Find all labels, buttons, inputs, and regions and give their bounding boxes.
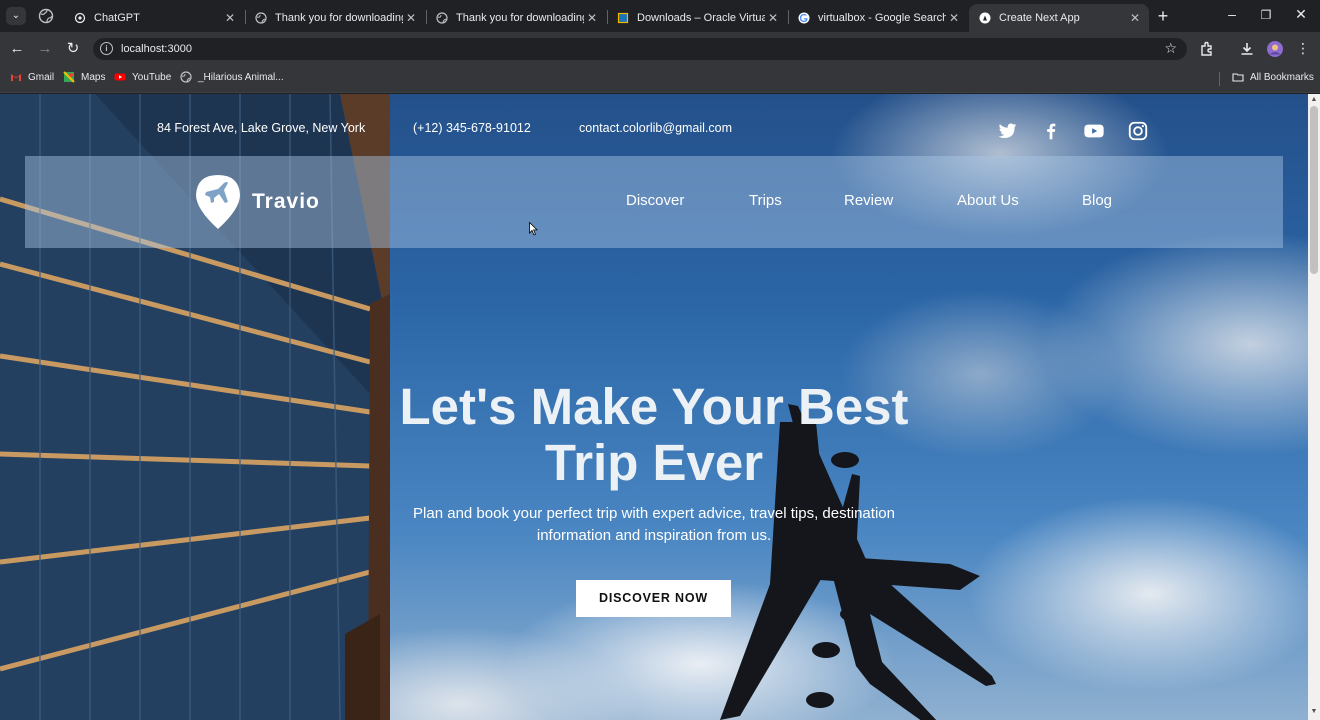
nav-review[interactable]: Review	[844, 192, 893, 209]
nav-blog[interactable]: Blog	[1082, 192, 1112, 209]
tab-title: ChatGPT	[94, 12, 140, 24]
page-scrollbar[interactable]: ▲ ▼	[1308, 94, 1320, 720]
tab-search-button[interactable]: ⌄	[6, 7, 26, 25]
site-info-icon[interactable]: i	[100, 42, 113, 55]
hero-subtitle-line-2: information and inspiration from us.	[536, 527, 772, 544]
profile-avatar[interactable]	[1266, 40, 1284, 58]
site-logo[interactable]: Travio	[194, 173, 320, 231]
maps-icon	[63, 71, 75, 83]
tab-thank-you-2[interactable]: Thank you for downloading UI ✕	[426, 4, 606, 32]
hero-headline-line-1: Let's Make Your Best	[399, 378, 909, 435]
hero-headline-line-2: Trip Ever	[544, 434, 764, 491]
tab-title: Thank you for downloading UI	[456, 12, 584, 24]
gmail-icon	[11, 74, 21, 81]
travio-logo-icon	[196, 175, 240, 229]
hero-subtitle: Plan and book your perfect trip with exp…	[394, 503, 914, 547]
nav-about-us[interactable]: About Us	[957, 192, 1019, 209]
logo-text: Travio	[252, 190, 320, 213]
bookmark-maps[interactable]: Maps	[63, 71, 105, 83]
close-tab-icon[interactable]: ✕	[222, 11, 238, 25]
close-tab-icon[interactable]: ✕	[765, 11, 781, 25]
bookmark-gmail[interactable]: Gmail	[10, 71, 54, 83]
tab-google-search[interactable]: virtualbox - Google Search ✕	[788, 4, 968, 32]
reload-icon[interactable]: ↻	[64, 40, 82, 58]
close-window-button[interactable]: ✕	[1293, 6, 1309, 23]
youtube-icon	[114, 73, 126, 81]
tab-title: virtualbox - Google Search	[818, 12, 946, 24]
close-tab-icon[interactable]: ✕	[946, 11, 962, 25]
scroll-up-arrow-icon[interactable]: ▲	[1310, 96, 1318, 104]
globe-icon	[255, 12, 267, 24]
tab-chatgpt[interactable]: ChatGPT ✕	[64, 4, 244, 32]
close-tab-icon[interactable]: ✕	[403, 11, 419, 25]
url-text[interactable]: localhost:3000	[121, 43, 192, 55]
contact-email[interactable]: contact.colorlib@gmail.com	[579, 121, 732, 135]
hero-subtitle-line-1: Plan and book your perfect trip with exp…	[413, 505, 895, 522]
youtube-icon[interactable]	[1083, 120, 1105, 142]
bookmarks-divider	[1219, 72, 1220, 86]
tab-title: Thank you for downloading UI	[275, 12, 403, 24]
google-icon	[798, 12, 810, 24]
bookmark-label: Maps	[81, 71, 106, 83]
all-bookmarks-button[interactable]: All Bookmarks	[1232, 71, 1314, 83]
tab-virtualbox-downloads[interactable]: Downloads – Oracle VirtualBox ✕	[607, 4, 787, 32]
nextjs-icon	[979, 12, 991, 24]
minimize-button[interactable]: –	[1224, 6, 1240, 22]
globe-icon	[436, 12, 448, 24]
new-tab-button[interactable]: +	[1154, 6, 1172, 27]
scroll-down-arrow-icon[interactable]: ▼	[1310, 708, 1318, 716]
bookmark-label: _Hilarious Animal...	[198, 71, 284, 83]
back-arrow-icon[interactable]: ←	[8, 40, 26, 58]
tab-create-next-app[interactable]: Create Next App ✕	[969, 4, 1149, 32]
virtualbox-icon	[617, 12, 629, 24]
tab-title: Downloads – Oracle VirtualBox	[637, 12, 765, 24]
tab-strip: ⌄ ChatGPT ✕ Thank you for downloading UI…	[0, 0, 1320, 32]
tab-title: Create Next App	[999, 12, 1080, 24]
download-icon[interactable]	[1238, 40, 1256, 58]
discover-now-button[interactable]: DISCOVER NOW	[576, 580, 731, 617]
facebook-icon[interactable]	[1040, 120, 1062, 142]
hero-headline: Let's Make Your Best Trip Ever	[354, 379, 954, 491]
contact-phone[interactable]: (+12) 345-678-91012	[413, 121, 531, 135]
browser-menu-icon[interactable]: ⋮	[1294, 40, 1312, 57]
twitter-icon[interactable]	[996, 120, 1018, 142]
close-tab-icon[interactable]: ✕	[1127, 11, 1143, 25]
mouse-cursor-icon	[529, 222, 538, 236]
scrollbar-thumb[interactable]	[1310, 106, 1318, 274]
bookmark-label: Gmail	[28, 71, 55, 83]
close-tab-icon[interactable]: ✕	[584, 11, 600, 25]
forward-arrow-icon[interactable]: →	[36, 40, 54, 58]
all-bookmarks-label: All Bookmarks	[1250, 71, 1314, 83]
restore-button[interactable]: ❐	[1258, 8, 1274, 22]
instagram-icon[interactable]	[1127, 120, 1149, 142]
globe-icon	[180, 71, 192, 83]
bookmark-youtube[interactable]: YouTube	[114, 71, 171, 83]
address-bar[interactable]: i localhost:3000 ☆	[93, 38, 1187, 60]
bookmark-hilarious-animal[interactable]: _Hilarious Animal...	[180, 71, 284, 83]
bookmark-label: YouTube	[132, 71, 172, 83]
folder-icon	[1232, 73, 1244, 82]
nav-trips[interactable]: Trips	[749, 192, 782, 209]
bookmarks-bar: Gmail Maps YouTube _Hilarious Animal... …	[0, 65, 1320, 93]
page-viewport: 84 Forest Ave, Lake Grove, New York (+12…	[0, 94, 1320, 720]
chatgpt-icon	[74, 12, 86, 24]
extensions-icon[interactable]	[1198, 40, 1216, 58]
pinned-tab-globe-icon[interactable]	[38, 8, 54, 24]
tab-thank-you-1[interactable]: Thank you for downloading UI ✕	[245, 4, 425, 32]
bookmark-star-icon[interactable]: ☆	[1164, 40, 1177, 57]
nav-discover[interactable]: Discover	[626, 192, 684, 209]
contact-address: 84 Forest Ave, Lake Grove, New York	[157, 121, 366, 135]
